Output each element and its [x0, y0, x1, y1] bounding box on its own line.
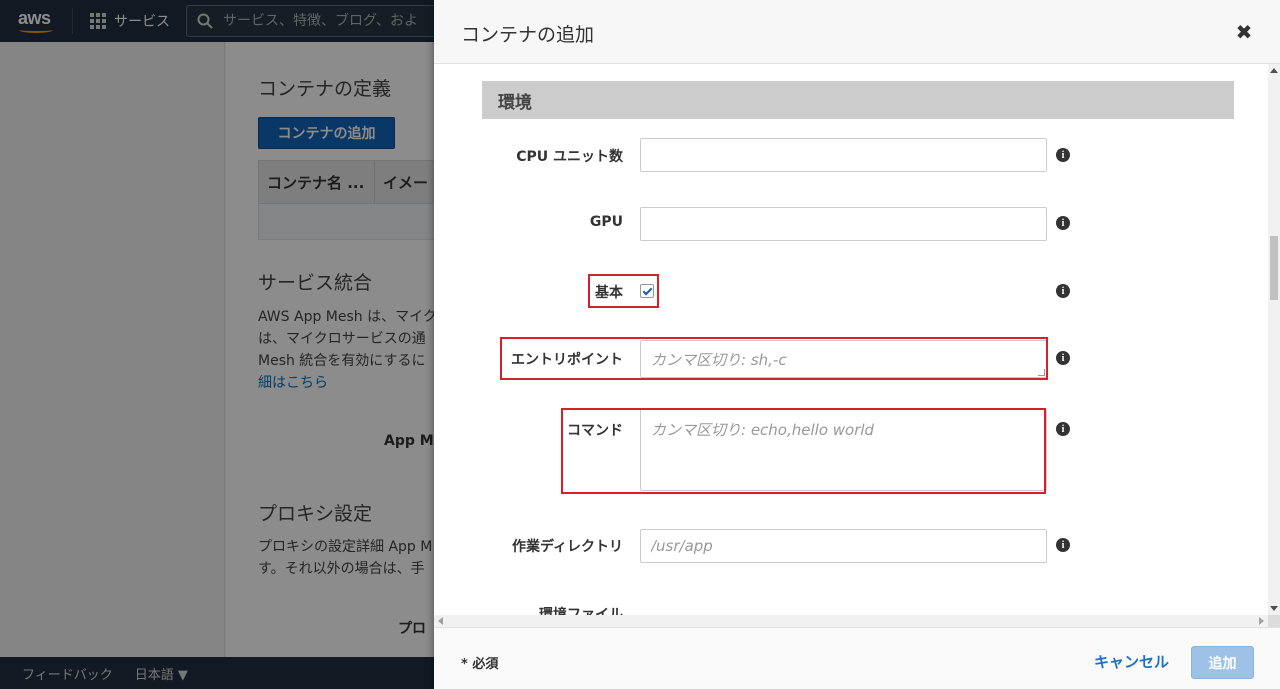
workdir-label: 作業ディレクトリ [511, 539, 623, 555]
scroll-up-arrow-icon[interactable] [1270, 68, 1278, 73]
scroll-right-arrow-icon[interactable] [1259, 617, 1264, 625]
entrypoint-label: エントリポイント [511, 352, 623, 368]
modal-header: コンテナの追加 ✖ [434, 0, 1280, 64]
scroll-left-arrow-icon[interactable] [438, 617, 443, 625]
modal-body: 環境 CPU ユニット数 i GPU i 基本 i エントリポイント i コマン… [434, 64, 1268, 615]
scroll-down-arrow-icon[interactable] [1270, 606, 1278, 611]
entrypoint-info-icon[interactable]: i [1056, 351, 1070, 365]
envfile-label: 環境ファイル [539, 607, 623, 615]
gpu-input[interactable] [640, 207, 1047, 241]
scroll-corner [1268, 615, 1280, 627]
checkmark-icon [642, 285, 652, 295]
modal-title: コンテナの追加 [461, 24, 595, 46]
modal-vertical-scrollbar[interactable] [1268, 64, 1280, 615]
command-input[interactable] [640, 409, 1047, 491]
essential-label: 基本 [595, 285, 623, 301]
scroll-thumb[interactable] [1270, 236, 1278, 300]
gpu-label: GPU [589, 214, 623, 230]
modal-horizontal-scrollbar[interactable] [434, 615, 1268, 627]
cancel-button[interactable]: キャンセル [1094, 651, 1169, 672]
cpu-units-input[interactable] [640, 138, 1047, 172]
add-button[interactable]: 追加 [1191, 646, 1254, 679]
entrypoint-input[interactable] [640, 340, 1047, 378]
environment-section-heading: 環境 [482, 81, 1234, 119]
cpu-info-icon[interactable]: i [1056, 148, 1070, 162]
essential-checkbox[interactable] [640, 284, 654, 298]
command-info-icon[interactable]: i [1056, 422, 1070, 436]
cpu-units-label: CPU ユニット数 [516, 149, 623, 165]
workdir-input[interactable] [640, 529, 1047, 563]
modal-footer: * 必須 キャンセル 追加 [434, 627, 1280, 689]
add-container-modal: コンテナの追加 ✖ 環境 CPU ユニット数 i GPU i 基本 i エントリ… [434, 0, 1280, 689]
entrypoint-resize-handle[interactable] [1038, 369, 1045, 376]
required-note: * 必須 [461, 657, 499, 672]
close-icon[interactable]: ✖ [1234, 22, 1254, 42]
command-label: コマンド [567, 423, 623, 439]
essential-info-icon[interactable]: i [1056, 284, 1070, 298]
gpu-info-icon[interactable]: i [1056, 216, 1070, 230]
modal-backdrop[interactable] [0, 0, 434, 689]
workdir-info-icon[interactable]: i [1056, 538, 1070, 552]
